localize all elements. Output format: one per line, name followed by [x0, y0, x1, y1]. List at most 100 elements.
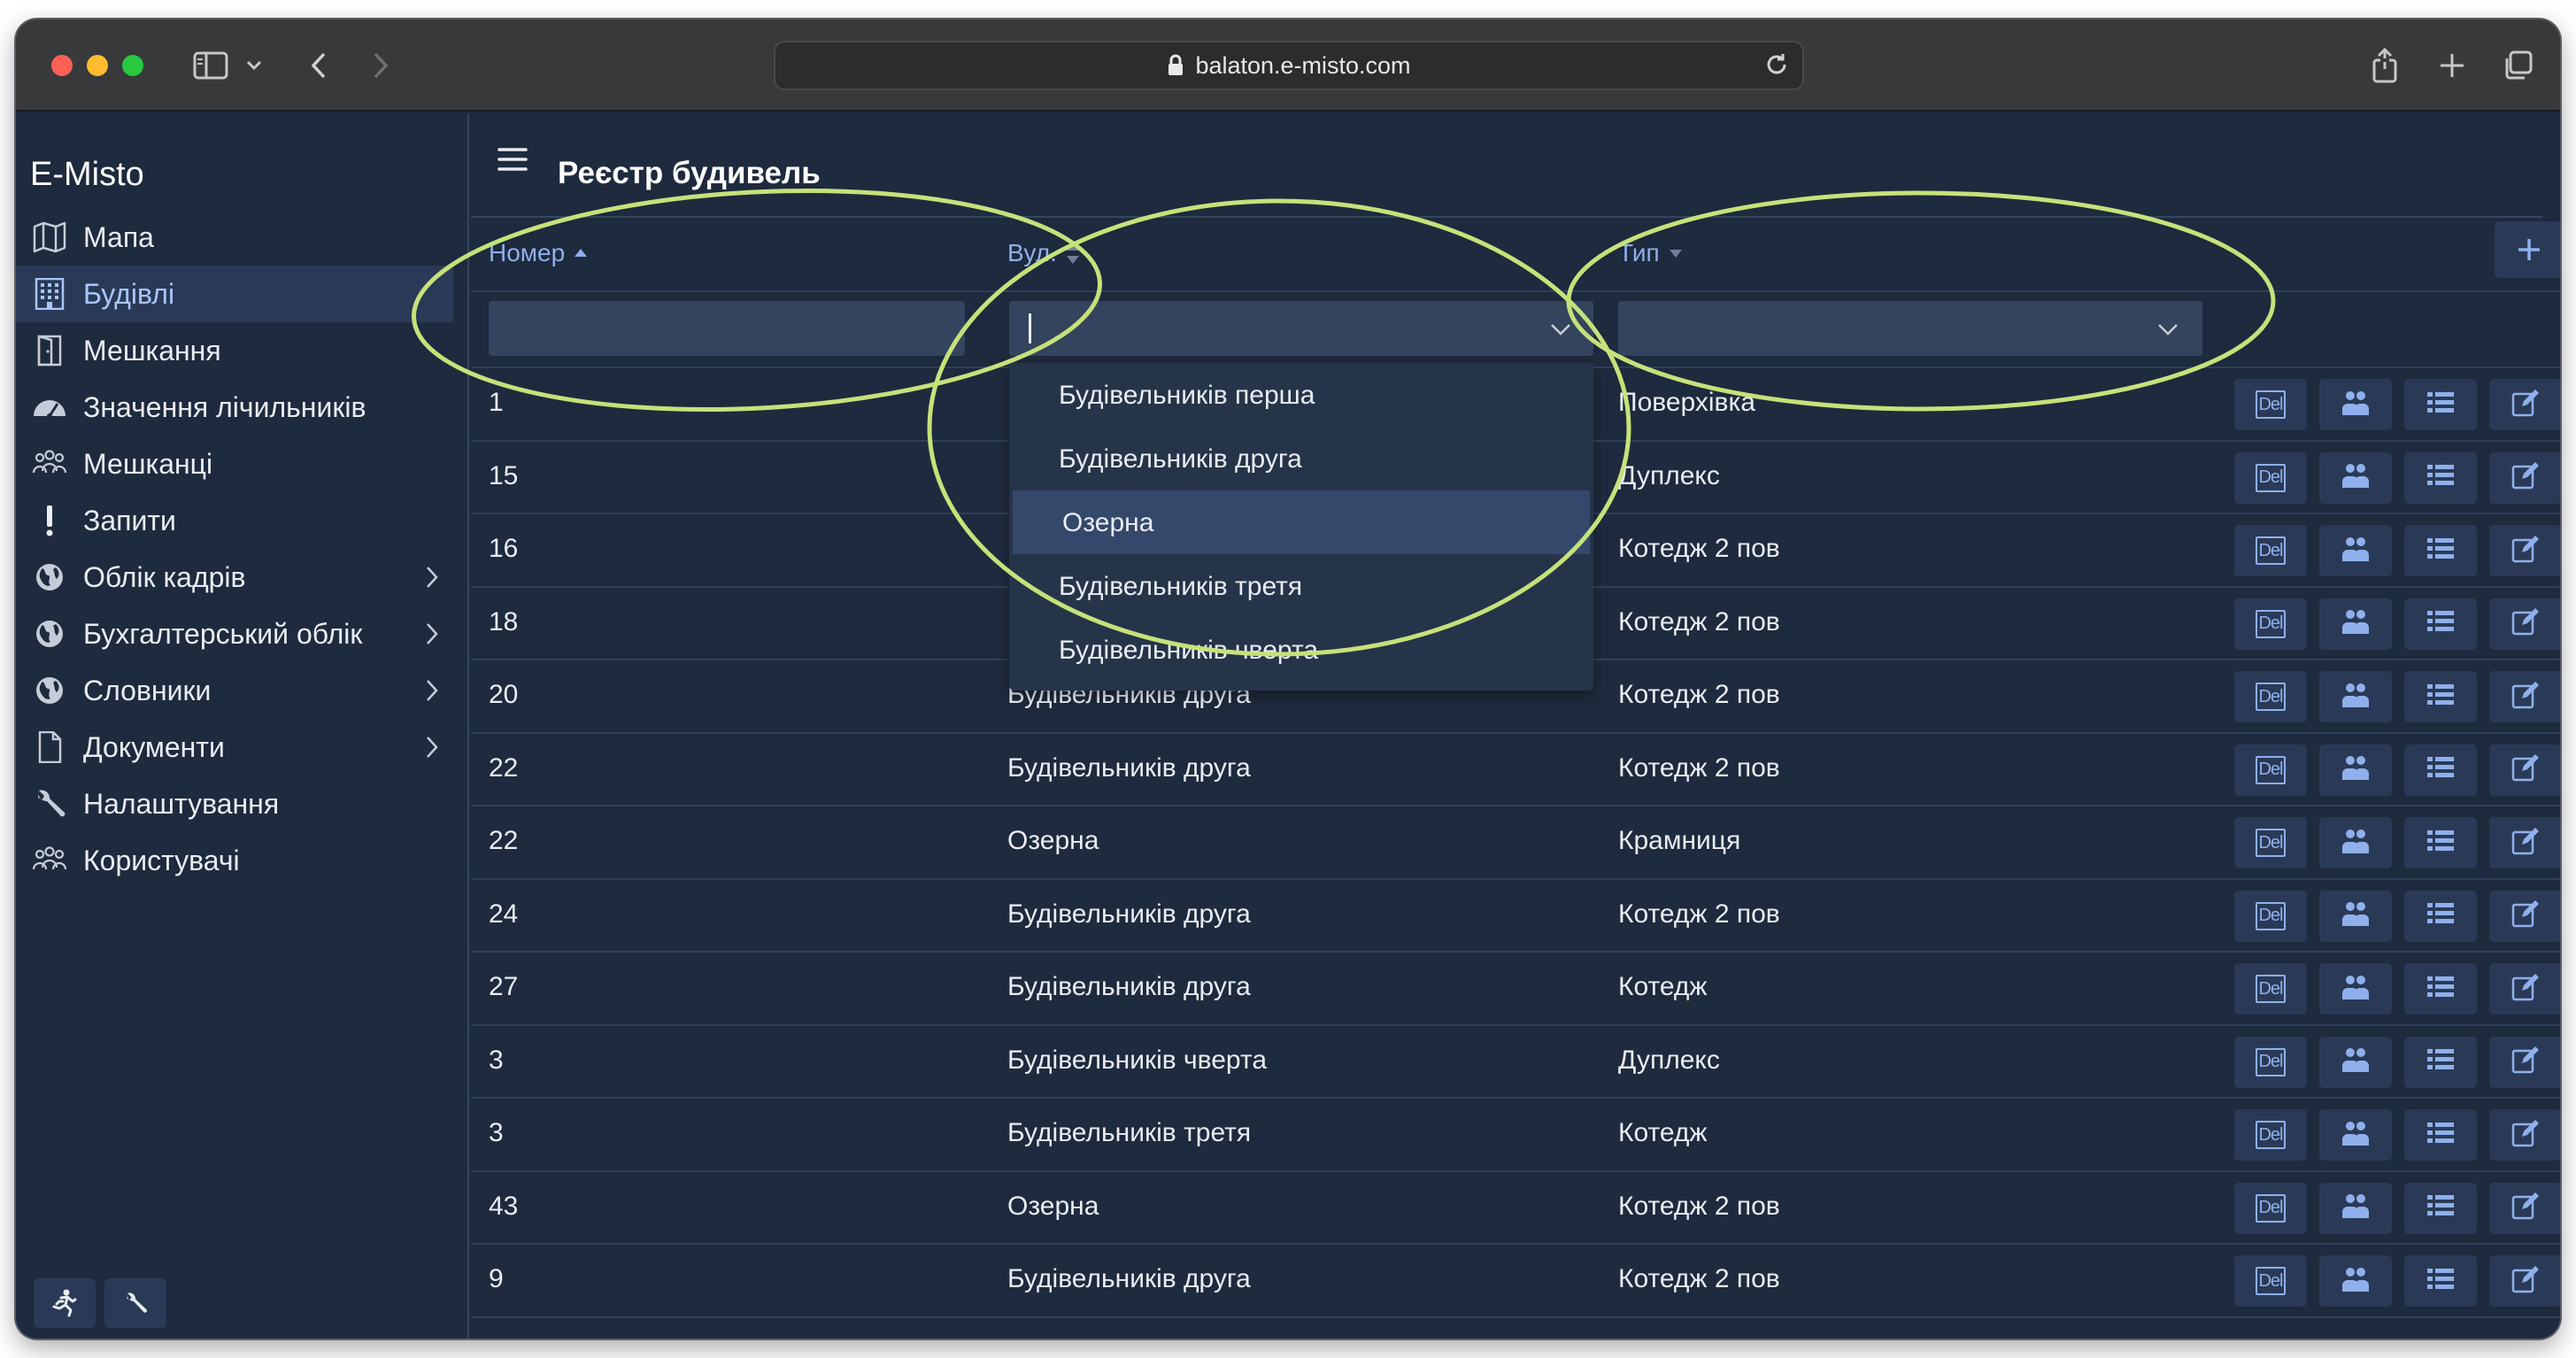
edit-button[interactable]	[2489, 525, 2560, 576]
street-filter-select[interactable]	[1009, 301, 1593, 356]
residents-button[interactable]	[2319, 963, 2392, 1015]
close-window-button[interactable]	[51, 55, 73, 76]
details-button[interactable]	[2404, 1255, 2477, 1307]
details-button[interactable]	[2404, 890, 2477, 942]
sidebar-item-dictionaries[interactable]: Словники	[16, 662, 467, 719]
delete-button[interactable]: Del	[2234, 890, 2307, 942]
residents-button[interactable]	[2319, 1036, 2392, 1088]
residents-button[interactable]	[2319, 817, 2392, 868]
sidebar-item-residents[interactable]: Мешканці	[16, 436, 467, 492]
sidebar-item-buildings[interactable]: Будівлі	[16, 266, 453, 322]
column-header-type[interactable]: Тип	[1618, 239, 1683, 267]
hamburger-menu-icon[interactable]	[497, 147, 528, 172]
residents-button[interactable]	[2319, 1109, 2392, 1161]
details-button[interactable]	[2404, 379, 2477, 430]
edit-button[interactable]	[2489, 817, 2560, 868]
table-row[interactable]: 24 Будівельників друга Котедж 2 пов Del	[471, 880, 2560, 953]
chevron-down-icon[interactable]	[241, 41, 267, 90]
number-filter-input[interactable]	[489, 301, 965, 356]
details-button[interactable]	[2404, 451, 2477, 504]
reload-icon[interactable]	[1763, 51, 1790, 78]
table-row[interactable]: 22 Будівельників друга Котедж 2 пов Del	[471, 734, 2560, 806]
residents-button[interactable]	[2319, 744, 2392, 796]
sidebar-item-meter-readings[interactable]: Значення лічильників	[16, 379, 467, 436]
add-building-button[interactable]	[2495, 221, 2560, 278]
residents-button[interactable]	[2319, 890, 2392, 942]
details-button[interactable]	[2404, 1182, 2477, 1234]
table-row[interactable]: 9 Будівельників друга Котедж 2 пов Del	[471, 1245, 2560, 1318]
sidebar-item-apartments[interactable]: Мешкання	[16, 322, 467, 379]
residents-button[interactable]	[2319, 451, 2392, 504]
edit-button[interactable]	[2489, 451, 2560, 504]
residents-button[interactable]	[2319, 379, 2392, 430]
sidebar-item-map[interactable]: Мапа	[16, 209, 467, 266]
delete-button[interactable]: Del	[2234, 1255, 2307, 1307]
details-button[interactable]	[2404, 963, 2477, 1015]
delete-button[interactable]: Del	[2234, 598, 2307, 650]
delete-button[interactable]: Del	[2234, 1036, 2307, 1088]
settings-button[interactable]	[104, 1278, 166, 1328]
table-row[interactable]: 22 Озерна Крамниця Del	[471, 806, 2560, 880]
edit-button[interactable]	[2489, 598, 2560, 650]
edit-button[interactable]	[2489, 744, 2560, 796]
delete-button[interactable]: Del	[2234, 451, 2307, 504]
dropdown-option-highlighted[interactable]: Озерна	[1013, 490, 1590, 554]
forward-icon[interactable]	[363, 41, 398, 90]
dropdown-option[interactable]: Будівельників друга	[1009, 427, 1593, 490]
edit-button[interactable]	[2489, 1036, 2560, 1088]
delete-button[interactable]: Del	[2234, 817, 2307, 868]
sidebar-item-settings[interactable]: Налаштування	[16, 775, 467, 832]
delete-button[interactable]: Del	[2234, 1109, 2307, 1161]
table-row[interactable]: 3 Будівельників третя Котедж Del	[471, 1099, 2560, 1172]
edit-button[interactable]	[2489, 1109, 2560, 1161]
table-row[interactable]: 27 Будівельників друга Котедж Del	[471, 953, 2560, 1026]
tab-overview-icon[interactable]	[2500, 41, 2535, 90]
back-icon[interactable]	[301, 41, 336, 90]
delete-button[interactable]: Del	[2234, 525, 2307, 576]
chevron-down-icon[interactable]	[1549, 322, 1572, 336]
delete-button[interactable]: Del	[2234, 1182, 2307, 1234]
delete-button[interactable]: Del	[2234, 671, 2307, 722]
edit-button[interactable]	[2489, 671, 2560, 722]
table-row[interactable]: 43 Озерна Котедж 2 пов Del	[471, 1172, 2560, 1245]
sidebar-item-documents[interactable]: Документи	[16, 719, 467, 775]
type-filter-select[interactable]	[1618, 301, 2202, 356]
edit-button[interactable]	[2489, 379, 2560, 430]
dropdown-option[interactable]: Будівельників чверта	[1009, 618, 1593, 682]
sidebar-item-hr[interactable]: Облік кадрів	[16, 549, 467, 606]
residents-button[interactable]	[2319, 671, 2392, 722]
details-button[interactable]	[2404, 671, 2477, 722]
new-tab-icon[interactable]	[2434, 41, 2470, 90]
residents-button[interactable]	[2319, 1182, 2392, 1234]
residents-button[interactable]	[2319, 525, 2392, 576]
sidebar-item-accounting[interactable]: Бухгалтерський облік	[16, 606, 467, 662]
edit-button[interactable]	[2489, 1182, 2560, 1234]
sidebar-item-users[interactable]: Користувачі	[16, 832, 467, 889]
residents-button[interactable]	[2319, 1255, 2392, 1307]
details-button[interactable]	[2404, 1109, 2477, 1161]
details-button[interactable]	[2404, 817, 2477, 868]
dropdown-option[interactable]: Будівельників перша	[1009, 363, 1593, 427]
address-bar[interactable]: balaton.e-misto.com	[774, 41, 1804, 90]
delete-button[interactable]: Del	[2234, 744, 2307, 796]
logout-button[interactable]	[34, 1278, 96, 1328]
chevron-down-icon[interactable]	[2156, 322, 2179, 336]
edit-button[interactable]	[2489, 963, 2560, 1015]
sidebar-item-requests[interactable]: Запити	[16, 492, 467, 549]
delete-button[interactable]: Del	[2234, 379, 2307, 430]
dropdown-option[interactable]: Будівельників третя	[1009, 554, 1593, 618]
share-icon[interactable]	[2367, 41, 2402, 90]
details-button[interactable]	[2404, 525, 2477, 576]
residents-button[interactable]	[2319, 598, 2392, 650]
delete-button[interactable]: Del	[2234, 963, 2307, 1015]
details-button[interactable]	[2404, 598, 2477, 650]
sidebar-toggle-icon[interactable]	[189, 41, 232, 90]
edit-button[interactable]	[2489, 1255, 2560, 1307]
table-row[interactable]: 3 Будівельників чверта Дуплекс Del	[471, 1026, 2560, 1099]
zoom-window-button[interactable]	[122, 55, 143, 76]
details-button[interactable]	[2404, 1036, 2477, 1088]
minimize-window-button[interactable]	[87, 55, 108, 76]
details-button[interactable]	[2404, 744, 2477, 796]
column-header-street[interactable]: Вул.	[1007, 239, 1080, 267]
column-header-number[interactable]: Номер	[489, 239, 588, 267]
